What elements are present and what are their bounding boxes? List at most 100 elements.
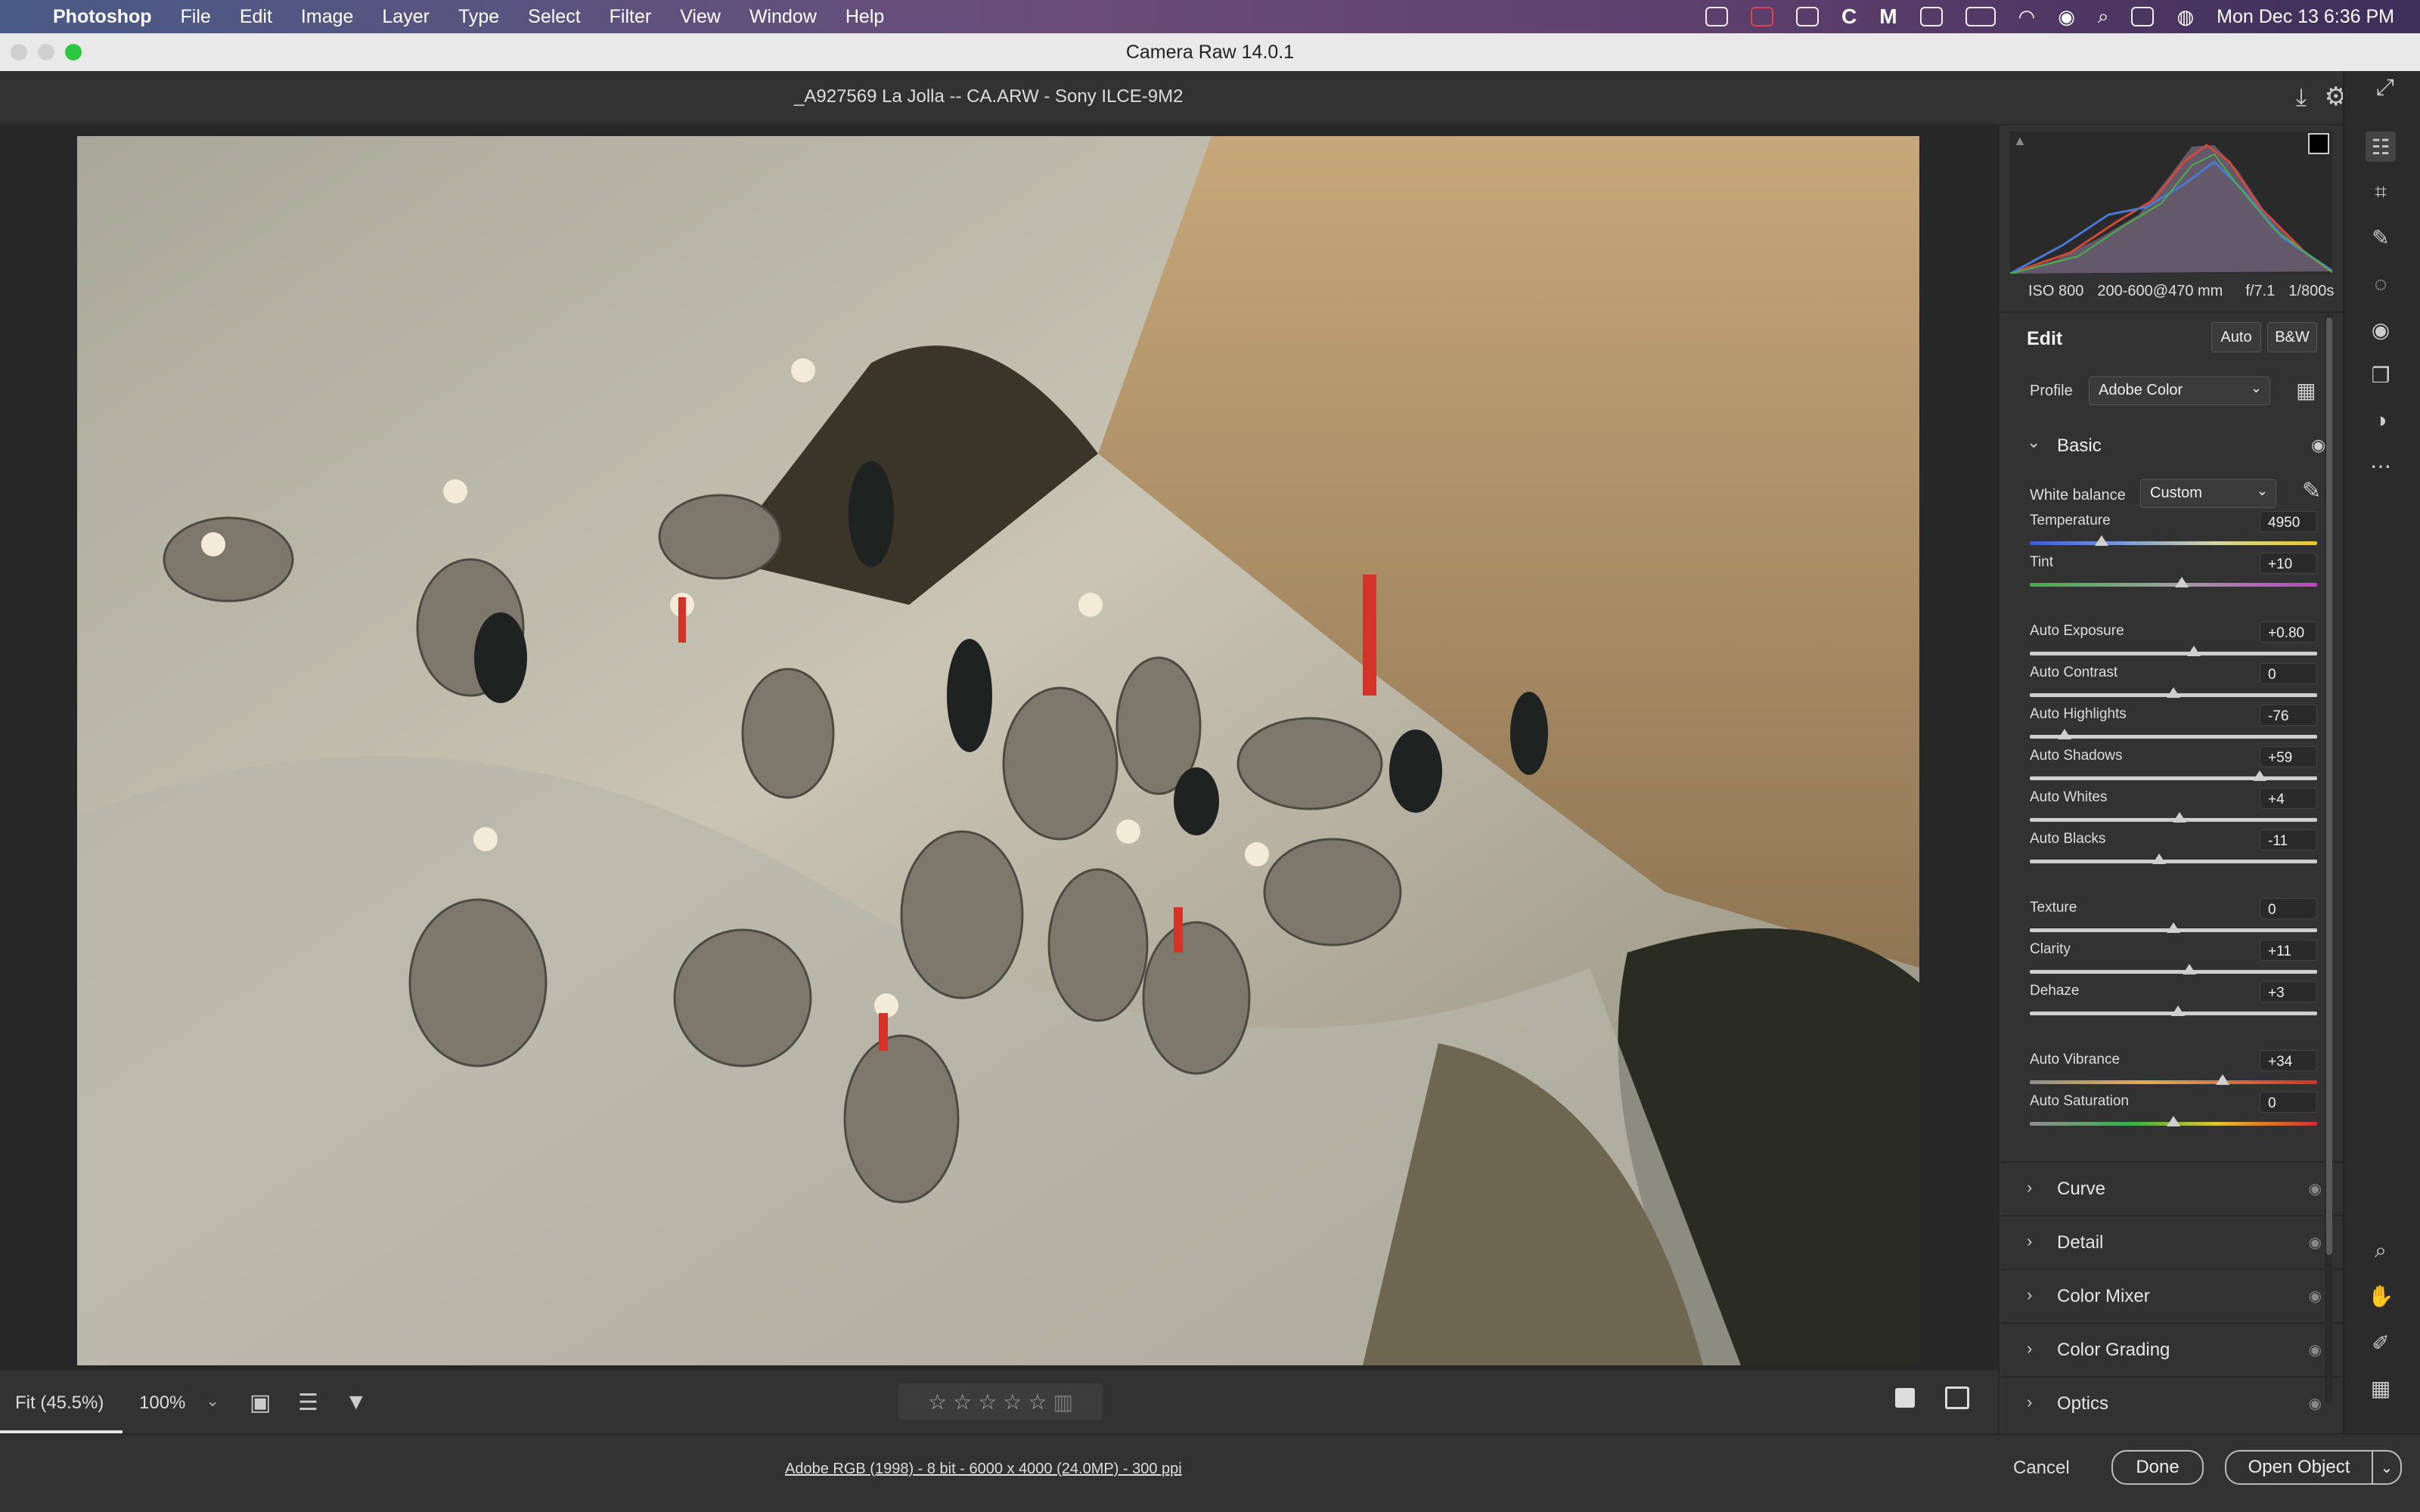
wifi-icon[interactable]: ◠: [2018, 5, 2036, 29]
slider-value-input[interactable]: +3: [2260, 981, 2317, 1002]
menu-edit[interactable]: Edit: [240, 6, 272, 28]
bw-button[interactable]: B&W: [2267, 322, 2317, 352]
menu-type[interactable]: Type: [458, 6, 499, 28]
slider-track[interactable]: [2030, 541, 2317, 545]
color-sampler-icon[interactable]: ✐: [2366, 1328, 2396, 1358]
menubar-clock[interactable]: Mon Dec 13 6:36 PM: [2217, 6, 2394, 28]
user-icon[interactable]: ◉: [2058, 5, 2075, 29]
basic-section-title[interactable]: Basic: [2057, 435, 2102, 457]
fullscreen-icon[interactable]: ⤢: [2370, 73, 2400, 103]
slider-track[interactable]: [2030, 860, 2317, 863]
slider-thumb[interactable]: [2172, 812, 2186, 823]
minimize-window-button[interactable]: [38, 44, 54, 60]
open-object-button[interactable]: Open Object: [2225, 1450, 2373, 1485]
healing-brush-icon[interactable]: ✎: [2366, 222, 2396, 253]
slider-value-input[interactable]: 0: [2260, 898, 2317, 919]
menu-help[interactable]: Help: [845, 6, 884, 28]
filmstrip-icon[interactable]: [1795, 7, 1819, 26]
slider-thumb[interactable]: [2057, 729, 2071, 739]
fit-zoom-button[interactable]: Fit (45.5%): [15, 1393, 104, 1414]
filmstrip-toggle-icon[interactable]: ▣: [250, 1390, 271, 1416]
visibility-eye-icon[interactable]: ◉: [2309, 1340, 2322, 1359]
slider-value-input[interactable]: -76: [2260, 705, 2317, 726]
slider-track[interactable]: [2030, 776, 2317, 780]
slider-value-input[interactable]: +10: [2260, 553, 2317, 574]
siri-icon[interactable]: ◍: [2176, 5, 2194, 29]
profile-browser-icon[interactable]: ▦: [2296, 378, 2316, 403]
star-1-icon[interactable]: ☆: [928, 1390, 947, 1414]
menu-view[interactable]: View: [680, 6, 721, 28]
battery-icon[interactable]: [1965, 7, 1996, 26]
close-window-button[interactable]: [11, 44, 27, 60]
slider-thumb[interactable]: [2095, 535, 2108, 546]
slider-track[interactable]: [2030, 970, 2317, 974]
star-4-icon[interactable]: ☆: [1003, 1390, 1022, 1414]
section-detail[interactable]: › Detail ◉: [2000, 1215, 2344, 1268]
slider-value-input[interactable]: +4: [2260, 788, 2317, 809]
red-eye-icon[interactable]: ◉: [2366, 314, 2396, 345]
white-balance-dropdown[interactable]: Custom ⌄: [2140, 479, 2276, 508]
cancel-button[interactable]: Cancel: [2013, 1458, 2070, 1479]
panel-scrollbar-thumb[interactable]: [2326, 318, 2332, 1255]
creative-cloud-icon[interactable]: [1705, 7, 1728, 26]
photo-preview[interactable]: [77, 136, 1919, 1365]
save-image-icon[interactable]: ⤓: [2296, 83, 2307, 112]
m-app-icon[interactable]: M: [1879, 5, 1897, 29]
slider-thumb[interactable]: [2170, 1005, 2185, 1016]
edit-sliders-icon[interactable]: ☷: [2366, 132, 2396, 162]
single-view-icon[interactable]: [1895, 1388, 1915, 1408]
visibility-eye-icon[interactable]: ◉: [2309, 1394, 2322, 1413]
trash-icon[interactable]: ▥: [1053, 1390, 1073, 1414]
section-curve[interactable]: › Curve ◉: [2000, 1161, 2344, 1214]
open-options-chevron-icon[interactable]: ⌄: [2372, 1450, 2402, 1485]
menu-file[interactable]: File: [181, 6, 211, 28]
slider-thumb[interactable]: [2167, 687, 2180, 698]
profile-dropdown[interactable]: Adobe Color ⌄: [2089, 376, 2270, 405]
slider-thumb[interactable]: [2182, 964, 2196, 974]
filter-icon[interactable]: ▼: [345, 1390, 368, 1415]
before-after-icon[interactable]: [1945, 1387, 1969, 1409]
app-status-icon[interactable]: [1750, 7, 1773, 26]
menu-select[interactable]: Select: [528, 6, 580, 28]
menu-app-name[interactable]: Photoshop: [53, 6, 152, 28]
slider-value-input[interactable]: 0: [2260, 1092, 2317, 1113]
zoom-tool-icon[interactable]: ⌕: [2366, 1235, 2396, 1266]
chevron-down-icon[interactable]: ⌄: [206, 1391, 219, 1411]
more-options-icon[interactable]: ⋯: [2366, 451, 2396, 481]
masking-icon[interactable]: ◌: [2366, 269, 2396, 299]
slider-value-input[interactable]: +34: [2260, 1050, 2317, 1071]
menu-window[interactable]: Window: [749, 6, 817, 28]
star-5-icon[interactable]: ☆: [1028, 1390, 1047, 1414]
snapshots-icon[interactable]: ❐: [2366, 360, 2396, 390]
sort-icon[interactable]: ☰: [298, 1390, 318, 1416]
menu-layer[interactable]: Layer: [382, 6, 430, 28]
keyboard-icon[interactable]: [1919, 7, 1943, 26]
eyedropper-icon[interactable]: ✎: [2302, 478, 2321, 504]
control-center-icon[interactable]: [2131, 7, 2155, 26]
section-color-grading[interactable]: › Color Grading ◉: [2000, 1322, 2344, 1375]
zoom-window-button[interactable]: [65, 44, 82, 60]
auto-button[interactable]: Auto: [2211, 322, 2261, 352]
visibility-eye-icon[interactable]: ◉: [2309, 1287, 2322, 1306]
slider-track[interactable]: [2030, 652, 2317, 655]
visibility-eye-icon[interactable]: ◉: [2311, 435, 2325, 455]
slider-value-input[interactable]: +11: [2260, 940, 2317, 961]
slider-value-input[interactable]: 0: [2260, 663, 2317, 684]
slider-thumb[interactable]: [2175, 577, 2189, 587]
slider-value-input[interactable]: +0.80: [2260, 621, 2317, 643]
slider-thumb[interactable]: [2152, 854, 2166, 864]
slider-thumb[interactable]: [2167, 922, 2180, 933]
slider-track[interactable]: [2030, 583, 2317, 587]
slider-value-input[interactable]: -11: [2260, 829, 2317, 850]
section-optics[interactable]: › Optics ◉: [2000, 1376, 2344, 1429]
visibility-eye-icon[interactable]: ◉: [2309, 1233, 2322, 1252]
zoom-value-dropdown[interactable]: 100%: [139, 1393, 185, 1414]
star-3-icon[interactable]: ☆: [978, 1390, 997, 1414]
star-2-icon[interactable]: ☆: [953, 1390, 972, 1414]
slider-thumb[interactable]: [2253, 770, 2266, 781]
slider-thumb[interactable]: [2167, 1116, 2180, 1126]
grid-overlay-icon[interactable]: ▦: [2366, 1373, 2396, 1403]
slider-thumb[interactable]: [2215, 1074, 2229, 1085]
menu-filter[interactable]: Filter: [610, 6, 652, 28]
spotlight-search-icon[interactable]: ⌕: [2098, 5, 2109, 29]
